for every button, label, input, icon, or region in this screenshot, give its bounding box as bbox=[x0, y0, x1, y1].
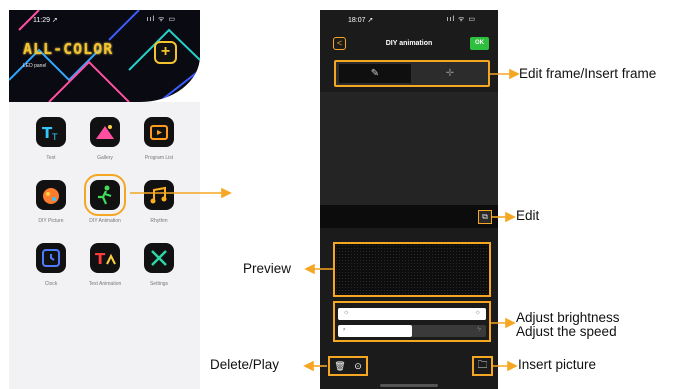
label-adjust-brightness: Adjust brightness bbox=[516, 310, 620, 325]
label-preview: Preview bbox=[243, 261, 292, 276]
label-adjust-speed: Adjust the speed bbox=[516, 324, 617, 339]
label-delete-play: Delete/Play bbox=[210, 357, 280, 372]
label-edit: Edit bbox=[516, 208, 540, 223]
label-insert-picture: Insert picture bbox=[518, 357, 597, 372]
label-edit-insert-frame: Edit frame/Insert frame bbox=[519, 66, 657, 81]
